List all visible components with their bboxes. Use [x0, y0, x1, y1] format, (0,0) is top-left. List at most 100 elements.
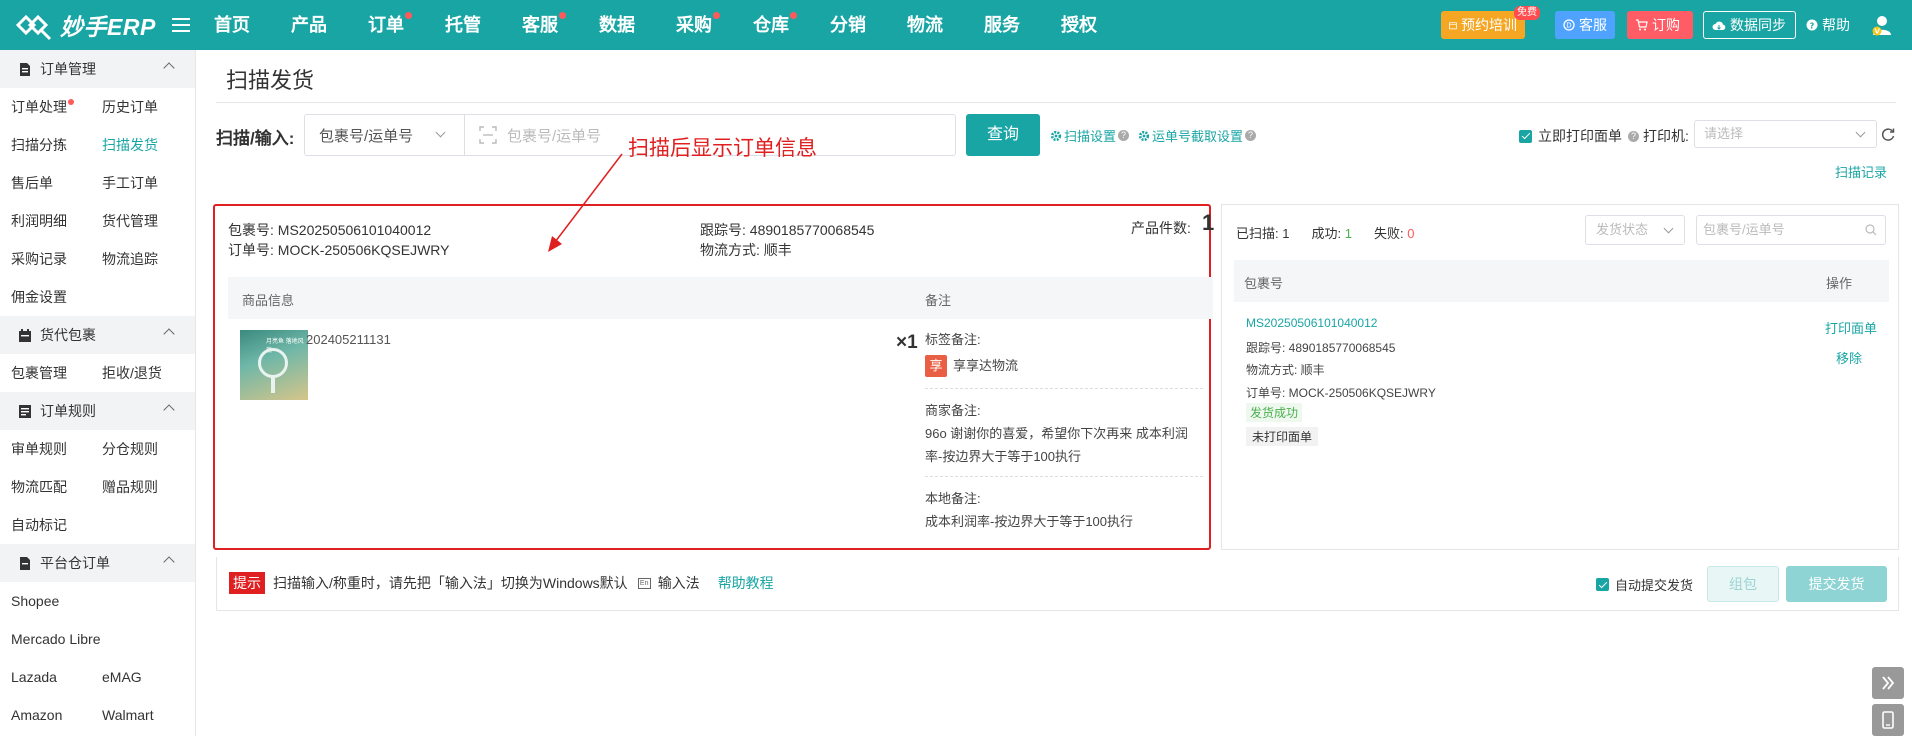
- submit-ship-button[interactable]: 提交发货: [1786, 566, 1887, 602]
- sidebar-item[interactable]: 拒收/退货: [102, 354, 193, 392]
- sidebar-item[interactable]: 货代管理: [102, 202, 193, 240]
- ship-status-select[interactable]: 发货状态: [1585, 215, 1685, 245]
- ime-label: 输入法: [657, 575, 700, 591]
- service-button[interactable]: D 客服: [1555, 11, 1615, 39]
- help-button[interactable]: ? 帮助: [1806, 11, 1862, 39]
- sidebar-item[interactable]: 自动标记: [11, 506, 102, 544]
- sidebar-item[interactable]: 采购记录: [11, 240, 102, 278]
- order-info: 订单号: MOCK-250506KQSEJWRY: [228, 240, 449, 260]
- notification-dot: [790, 12, 797, 19]
- printer-select[interactable]: 请选择: [1694, 120, 1877, 148]
- question-icon: ?: [1628, 130, 1639, 142]
- nav-item[interactable]: 首页: [214, 0, 250, 50]
- waybill-settings-label: 运单号截取设置: [1152, 129, 1244, 144]
- logo-icon: [15, 14, 52, 41]
- nav-item[interactable]: 客服: [522, 0, 566, 50]
- auto-submit-label: 自动提交发货: [1615, 578, 1694, 593]
- sidebar-section-header[interactable]: 订单规则: [0, 392, 195, 430]
- sidebar-item[interactable]: Mercado Libre: [11, 620, 102, 658]
- main-nav: 首页 产品 订单 托管 客服 数据 采购 仓库 分销 物流 服务 授权: [214, 0, 1138, 50]
- menu-toggle-icon[interactable]: [172, 14, 190, 34]
- avatar[interactable]: V: [1870, 13, 1894, 37]
- waybill-settings-link[interactable]: 运单号截取设置 ?: [1138, 126, 1257, 145]
- order-label: 订单号:: [228, 242, 274, 258]
- sidebar-item[interactable]: 手工订单: [102, 164, 193, 202]
- help-tutorial-link[interactable]: 帮助教程: [718, 573, 774, 593]
- tracking-info: 跟踪号: 4890185770068545: [700, 220, 874, 240]
- svg-text:D: D: [1566, 22, 1571, 30]
- sidebar-item[interactable]: Shopee: [11, 582, 102, 620]
- sidebar-item[interactable]: 物流匹配: [11, 468, 102, 506]
- nav-item[interactable]: 分销: [830, 0, 866, 50]
- service-label: 客服: [1579, 17, 1607, 33]
- scan-record-link[interactable]: 扫描记录: [1835, 162, 1887, 181]
- data-sync-button[interactable]: 数据同步: [1703, 11, 1796, 39]
- nav-item[interactable]: 物流: [907, 0, 943, 50]
- nav-item-label: 采购: [676, 15, 712, 35]
- order-info-panel: 包裹号: MS20250506101040012 订单号: MOCK-25050…: [213, 204, 1214, 550]
- data-sync-label: 数据同步: [1730, 17, 1786, 33]
- sidebar-section-header[interactable]: 货代包裹: [0, 316, 195, 354]
- logo[interactable]: 妙手ERP: [14, 8, 156, 42]
- print-label-button[interactable]: 打印面单: [1825, 318, 1877, 337]
- print-now-checkbox[interactable]: 立即打印面单 ?: [1519, 126, 1639, 146]
- remove-button[interactable]: 移除: [1836, 348, 1862, 367]
- order-management-icon: [20, 62, 30, 76]
- sidebar-item[interactable]: 分仓规则: [102, 430, 193, 468]
- sidebar-item[interactable]: Lazada: [11, 658, 102, 696]
- nav-item-label: 订单: [368, 15, 404, 35]
- nav-item[interactable]: 数据: [599, 0, 635, 50]
- hint-text: 扫描输入/称重时，请先把「输入法」切换为Windows默认 En 输入法 帮助教…: [273, 573, 774, 593]
- row-order: 订单号: MOCK-250506KQSEJWRY: [1246, 386, 1436, 400]
- sidebar-item[interactable]: 扫描发货: [102, 126, 193, 164]
- nav-item[interactable]: 订单: [368, 0, 412, 50]
- fan-stand-icon: [271, 377, 275, 393]
- sidebar-item[interactable]: 历史订单: [102, 88, 193, 126]
- auto-submit-checkbox[interactable]: 自动提交发货: [1596, 575, 1693, 594]
- subscribe-button[interactable]: 订购: [1627, 11, 1693, 39]
- row-package-number[interactable]: MS20250506101040012: [1246, 316, 1377, 330]
- scan-type-select[interactable]: 包裹号/运单号: [305, 115, 465, 155]
- help-label: 帮助: [1822, 17, 1850, 33]
- nav-item[interactable]: 仓库: [753, 0, 797, 50]
- product-count-label: 产品件数:: [1131, 220, 1191, 236]
- sidebar-item[interactable]: 利润明细: [11, 202, 102, 240]
- nav-item[interactable]: 产品: [291, 0, 327, 50]
- sidebar-item[interactable]: Amazon: [11, 696, 102, 734]
- training-button[interactable]: 预约培训: [1441, 11, 1525, 39]
- sidebar-item[interactable]: 审单规则: [11, 430, 102, 468]
- cart-icon: [1636, 19, 1648, 31]
- nav-item[interactable]: 授权: [1061, 0, 1097, 50]
- sidebar-section-header[interactable]: 订单管理: [0, 50, 195, 88]
- checkbox-checked-icon: [1596, 578, 1609, 591]
- scanned-stat: 已扫描: 1: [1236, 226, 1290, 241]
- local-remark-label: 本地备注:: [925, 491, 981, 506]
- sidebar-item[interactable]: 佣金设置: [11, 278, 102, 316]
- chevron-down-icon: [1855, 127, 1866, 138]
- refresh-icon[interactable]: [1880, 126, 1896, 142]
- group-package-button[interactable]: 组包: [1707, 566, 1779, 602]
- nav-item[interactable]: 服务: [984, 0, 1020, 50]
- collapse-panel-button[interactable]: [1872, 667, 1904, 699]
- query-button[interactable]: 查询: [966, 114, 1040, 156]
- scan-settings-link[interactable]: 扫描设置 ?: [1050, 126, 1130, 145]
- nav-item-label: 服务: [984, 15, 1020, 35]
- package-search-input[interactable]: 包裹号/运单号: [1696, 215, 1886, 245]
- mobile-button[interactable]: [1872, 704, 1904, 736]
- sidebar-item[interactable]: eMAG: [102, 658, 193, 696]
- sidebar-item[interactable]: 包裹管理: [11, 354, 102, 392]
- nav-item[interactable]: 采购: [676, 0, 720, 50]
- sidebar-item[interactable]: 赠品规则: [102, 468, 193, 506]
- sidebar-item[interactable]: 物流追踪: [102, 240, 193, 278]
- merchant-remark-line: 96o 谢谢你的喜爱，希望你下次再来 成本利润: [925, 426, 1188, 441]
- sidebar-item[interactable]: 扫描分拣: [11, 126, 102, 164]
- page-title: 扫描发货: [226, 68, 315, 93]
- sidebar-item[interactable]: Walmart: [102, 696, 193, 734]
- sidebar-section-header[interactable]: 平台仓订单: [0, 544, 195, 582]
- sidebar-item[interactable]: 订单处理: [11, 88, 102, 126]
- product-image[interactable]: 月亮鱼 落地风扇: [240, 330, 308, 400]
- gear-icon: [1138, 130, 1150, 141]
- sidebar-section-title: 货代包裹: [40, 327, 96, 343]
- sidebar-item[interactable]: 售后单: [11, 164, 102, 202]
- nav-item[interactable]: 托管: [445, 0, 481, 50]
